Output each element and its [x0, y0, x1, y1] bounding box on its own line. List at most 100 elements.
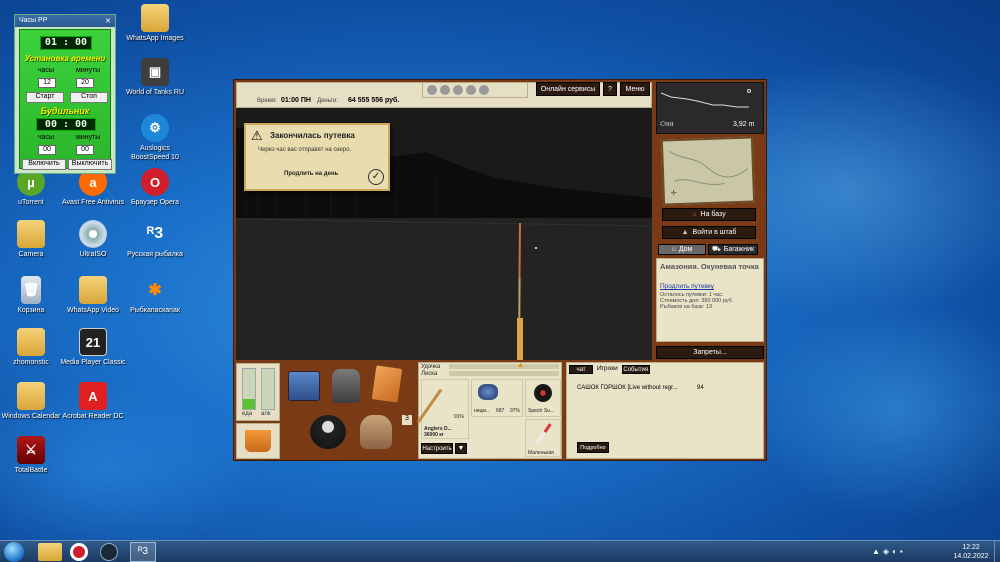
fish-slot-icon	[453, 85, 463, 95]
chat-panel[interactable]: чат Игроки События САШОК ГОРШОК [Live wi…	[566, 362, 764, 459]
desktop-icon-windows-calendar[interactable]: Windows Calendar	[0, 382, 64, 421]
desktop-icon-ultraiso[interactable]: UltraISO	[60, 220, 126, 259]
totalbattle-icon: ⚔	[17, 436, 45, 464]
clock-widget-titlebar[interactable]: Часы РР ✕	[15, 15, 115, 27]
rod-slot[interactable]: 91% Anglers D... 36000 кг	[416, 379, 469, 439]
alcohol-label: алк	[261, 411, 271, 417]
disable-alarm-button[interactable]: Выключить	[68, 159, 112, 170]
opera-icon[interactable]	[70, 543, 88, 561]
online-services-button[interactable]: Онлайн сервисы	[536, 82, 600, 96]
game-window[interactable]: Время: 01:00 ПН Деньги: 64 555 556 руб. …	[233, 79, 767, 461]
rf3-icon[interactable]: ᴿ3	[130, 542, 156, 562]
alcohol-gauge	[261, 368, 275, 410]
bans-button[interactable]: Запреты...	[656, 346, 764, 359]
desktop-icon-clownfish[interactable]: ✱ Рыбкапаскапак	[122, 276, 188, 315]
sack-icon[interactable]	[360, 415, 392, 449]
tray-icons: ▲◈◐▪	[872, 547, 906, 556]
opera-icon: O	[141, 168, 169, 196]
desktop-icon-opera[interactable]: O Браузер Opera	[122, 168, 188, 207]
popup-text: Через час вас отправят на озеро.	[258, 147, 352, 153]
trip-expired-popup[interactable]: ⚠ Закончилась путевка Через час вас отпр…	[244, 123, 390, 191]
help-button[interactable]: ?	[603, 82, 617, 96]
extend-day-button[interactable]: Продлить на день	[284, 171, 338, 177]
alarm-label: Будильник	[40, 106, 90, 116]
tab-events[interactable]: События	[621, 365, 650, 374]
steam-icon[interactable]	[100, 543, 118, 561]
reel-slot[interactable]: нецм... 687 97%	[471, 379, 523, 417]
tackle-panel[interactable]: Удочка Леска ▲ 91% Anglers D... 36000 кг…	[416, 362, 562, 459]
hook-slot[interactable]: Маленькая	[525, 419, 561, 457]
filter-button[interactable]: ▼	[455, 443, 467, 454]
tab-players[interactable]: Игроки	[595, 365, 620, 375]
line-name: Spectr Su...	[528, 408, 555, 414]
explorer-icon[interactable]	[38, 543, 62, 561]
go-to-hq-button[interactable]: ▲ Войти в штаб	[662, 226, 756, 239]
flag-icon[interactable]: ▪	[900, 547, 906, 556]
backpack-icon[interactable]	[332, 369, 360, 403]
bait-bucket-slot[interactable]	[236, 423, 280, 459]
desktop-icon-recycle-bin[interactable]: 🗑 Корзина	[0, 276, 64, 315]
desktop-icon-mpc[interactable]: 21 Media Player Classic	[60, 328, 126, 367]
desktop-icon-whatsapp-video[interactable]: WhatsApp Video	[60, 276, 126, 315]
float-icon	[535, 423, 552, 445]
desktop-icon-whatsapp-images[interactable]: WhatsApp Images	[122, 4, 188, 43]
time-label: Время:	[257, 98, 277, 104]
alarm-hours-input[interactable]: 00	[38, 145, 56, 155]
stop-button[interactable]: Стоп	[70, 92, 108, 103]
tackle-box-icon[interactable]	[288, 371, 320, 401]
close-icon[interactable]: ✕	[105, 17, 111, 25]
menu-button[interactable]: Меню	[620, 82, 650, 96]
go-to-hq-label: Войти в штаб	[692, 229, 737, 236]
chat-row-value: 94	[697, 385, 704, 391]
hook-name: Маленькая	[528, 450, 554, 456]
location-info-panel: Амазония. Окуневая точка Продлить путевк…	[656, 258, 764, 342]
inventory-counter: 3	[402, 415, 412, 425]
money-label: Деньги:	[317, 98, 339, 104]
clock-widget-body: 01 : 00 Установка времени часы минуты 12…	[19, 29, 112, 170]
time-value: 01:00 ПН	[281, 97, 311, 104]
chat-tab-bar: чат Игроки События	[569, 365, 650, 375]
notebook-icon[interactable]	[371, 365, 403, 403]
shield-icon[interactable]: ◈	[883, 547, 892, 556]
tab-chat[interactable]: чат	[569, 365, 593, 374]
setup-button[interactable]: Настроить	[421, 443, 453, 454]
checkmark-icon[interactable]: ✓	[368, 169, 384, 185]
volume-icon[interactable]: ◐	[892, 547, 900, 556]
hours-input[interactable]: 12	[38, 78, 56, 88]
reel-icon	[478, 384, 498, 400]
start-button[interactable]: Старт	[26, 92, 64, 103]
reel-value: 687	[496, 408, 505, 414]
minimap-art: ✛	[669, 150, 749, 197]
alarm-hours-label: часы	[38, 134, 55, 141]
inventory-shelf[interactable]: 3	[282, 363, 416, 459]
desktop-icon-acrobat[interactable]: A Acrobat Reader DC	[60, 382, 126, 421]
show-desktop-button[interactable]	[994, 541, 1000, 562]
desktop-icon-auslogics[interactable]: ⚙ Auslogics BoostSpeed 10	[122, 114, 188, 162]
line-slot[interactable]: Spectr Su...	[525, 379, 561, 417]
clock-widget[interactable]: Часы РР ✕ 01 : 00 Установка времени часы…	[14, 14, 116, 174]
details-button[interactable]: Подробно	[577, 442, 609, 453]
line-spool-icon	[534, 384, 552, 402]
desktop-icon-russian-fishing[interactable]: ᴿ3 Русская рыбалка	[122, 220, 188, 259]
tray-clock[interactable]: 12:22 14.02.2022	[948, 543, 994, 561]
folder-icon	[141, 4, 169, 32]
desktop-icon-world-of-tanks[interactable]: ▣ World of Tanks RU	[122, 58, 188, 97]
desktop-icon-zhomonstic[interactable]: zhomonstic	[0, 328, 64, 367]
desktop-icon-camera[interactable]: Camera	[0, 220, 64, 259]
tab-trunk[interactable]: ⛟ Багажник	[708, 244, 758, 255]
fishing-scene[interactable]: ⚠ Закончилась путевка Через час вас отпр…	[236, 108, 652, 360]
minimap[interactable]: ✛	[660, 136, 756, 206]
go-to-base-button[interactable]: ⌂ На базу	[662, 208, 756, 221]
start-orb-icon[interactable]	[4, 542, 24, 562]
extend-trip-link[interactable]: Продлить путевку	[660, 283, 760, 290]
clock-display: 01 : 00	[40, 36, 92, 50]
alarm-minutes-input[interactable]: 00	[76, 145, 94, 155]
network-icon[interactable]: ▲	[872, 547, 883, 556]
folder-icon	[17, 220, 45, 248]
cooking-pot-icon[interactable]	[310, 415, 346, 449]
enable-alarm-button[interactable]: Включить	[22, 159, 66, 170]
desktop-icon-totalbattle[interactable]: ⚔ TotalBattle	[0, 436, 64, 475]
chat-row-name[interactable]: САШОК ГОРШОК [Live without regr...	[577, 385, 678, 391]
minutes-input[interactable]: 20	[76, 78, 94, 88]
tab-home[interactable]: ⌂ Дом	[658, 244, 706, 255]
